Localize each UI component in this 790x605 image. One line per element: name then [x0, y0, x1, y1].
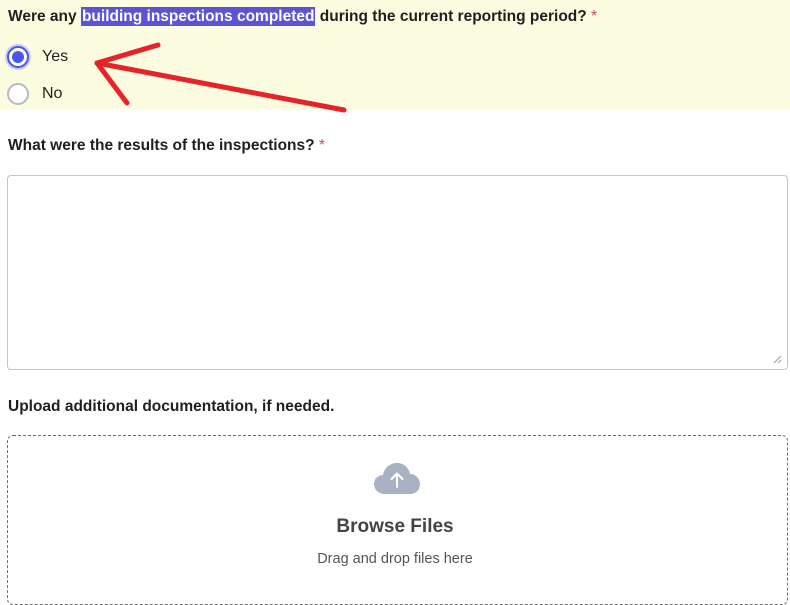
browse-files-button[interactable]: Browse Files [0, 516, 790, 538]
radio-option-no[interactable]: No [7, 83, 62, 105]
radio-option-yes[interactable]: Yes [7, 46, 68, 68]
drag-drop-hint: Drag and drop files here [317, 551, 473, 567]
question-upload-title: Upload additional documentation, if need… [8, 398, 335, 415]
title-text-after: during the current reporting period? [315, 8, 587, 25]
radio-label-no[interactable]: No [42, 85, 62, 103]
question-results-title: What were the results of the inspections… [8, 137, 325, 155]
resize-grip-icon[interactable] [772, 354, 782, 364]
question-results-label: What were the results of the inspections… [8, 137, 315, 154]
radio-button-yes[interactable] [7, 46, 29, 68]
question-inspections-title: Were any building inspections completed … [8, 7, 598, 26]
required-asterisk: * [318, 137, 325, 154]
inspection-results-textarea[interactable] [7, 175, 788, 370]
title-text-before: Were any [8, 8, 81, 25]
selected-text-highlight: building inspections completed [80, 7, 316, 26]
radio-button-no[interactable] [7, 83, 29, 105]
radio-label-yes[interactable]: Yes [42, 48, 68, 66]
radio-selected-dot [12, 51, 24, 63]
required-asterisk: * [591, 8, 598, 25]
cloud-upload-icon [374, 463, 420, 494]
